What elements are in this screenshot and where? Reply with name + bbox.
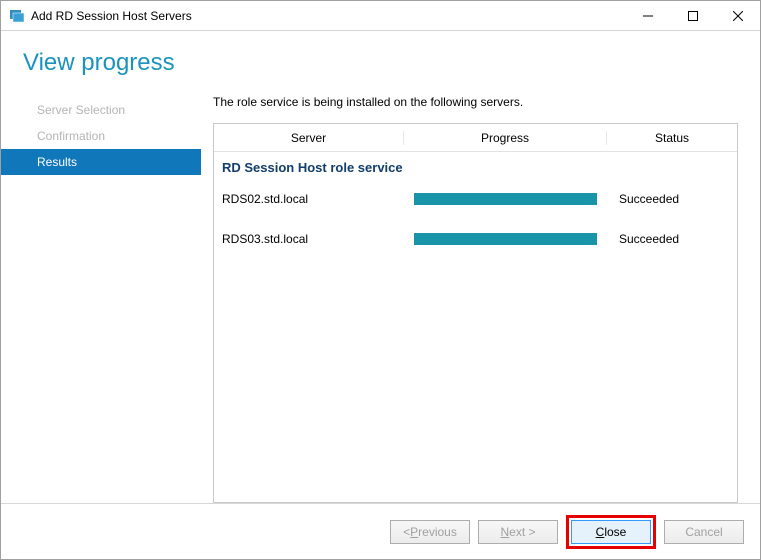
server-row: RDS03.std.local Succeeded [214,219,737,259]
body: View progress Server Selection Confirmat… [1,31,760,503]
progress-bar [414,233,597,245]
close-button[interactable]: Close [571,520,651,544]
main-panel: The role service is being installed on t… [201,95,760,503]
next-button: Next > [478,520,558,544]
wizard-steps: Server Selection Confirmation Results [1,95,201,503]
minimize-button[interactable] [625,1,670,31]
progress-cell [404,193,607,205]
footer: < Previous Next > Close Cancel [1,503,760,559]
server-manager-icon [9,8,25,24]
progress-bar [414,193,597,205]
server-name: RDS03.std.local [214,232,404,246]
close-button-highlight: Close [566,515,656,549]
content: Server Selection Confirmation Results Th… [1,95,760,503]
section-title: RD Session Host role service [214,152,737,179]
page-heading: View progress [1,31,760,95]
step-confirmation: Confirmation [1,123,201,149]
step-server-selection: Server Selection [1,97,201,123]
maximize-button[interactable] [670,1,715,31]
results-panel: Server Progress Status RD Session Host r… [213,123,738,503]
server-name: RDS02.std.local [214,192,404,206]
status-text: Succeeded [607,232,737,246]
window-title: Add RD Session Host Servers [31,9,625,23]
dialog-window: Add RD Session Host Servers View progres… [0,0,761,560]
column-headers: Server Progress Status [214,124,737,152]
col-status: Status [607,131,737,145]
close-window-button[interactable] [715,1,760,31]
server-row: RDS02.std.local Succeeded [214,179,737,219]
progress-cell [404,233,607,245]
status-text: Succeeded [607,192,737,206]
cancel-button: Cancel [664,520,744,544]
previous-button: < Previous [390,520,470,544]
description-text: The role service is being installed on t… [213,95,738,109]
titlebar: Add RD Session Host Servers [1,1,760,31]
col-progress: Progress [404,131,607,145]
col-server: Server [214,131,404,145]
step-results[interactable]: Results [1,149,201,175]
